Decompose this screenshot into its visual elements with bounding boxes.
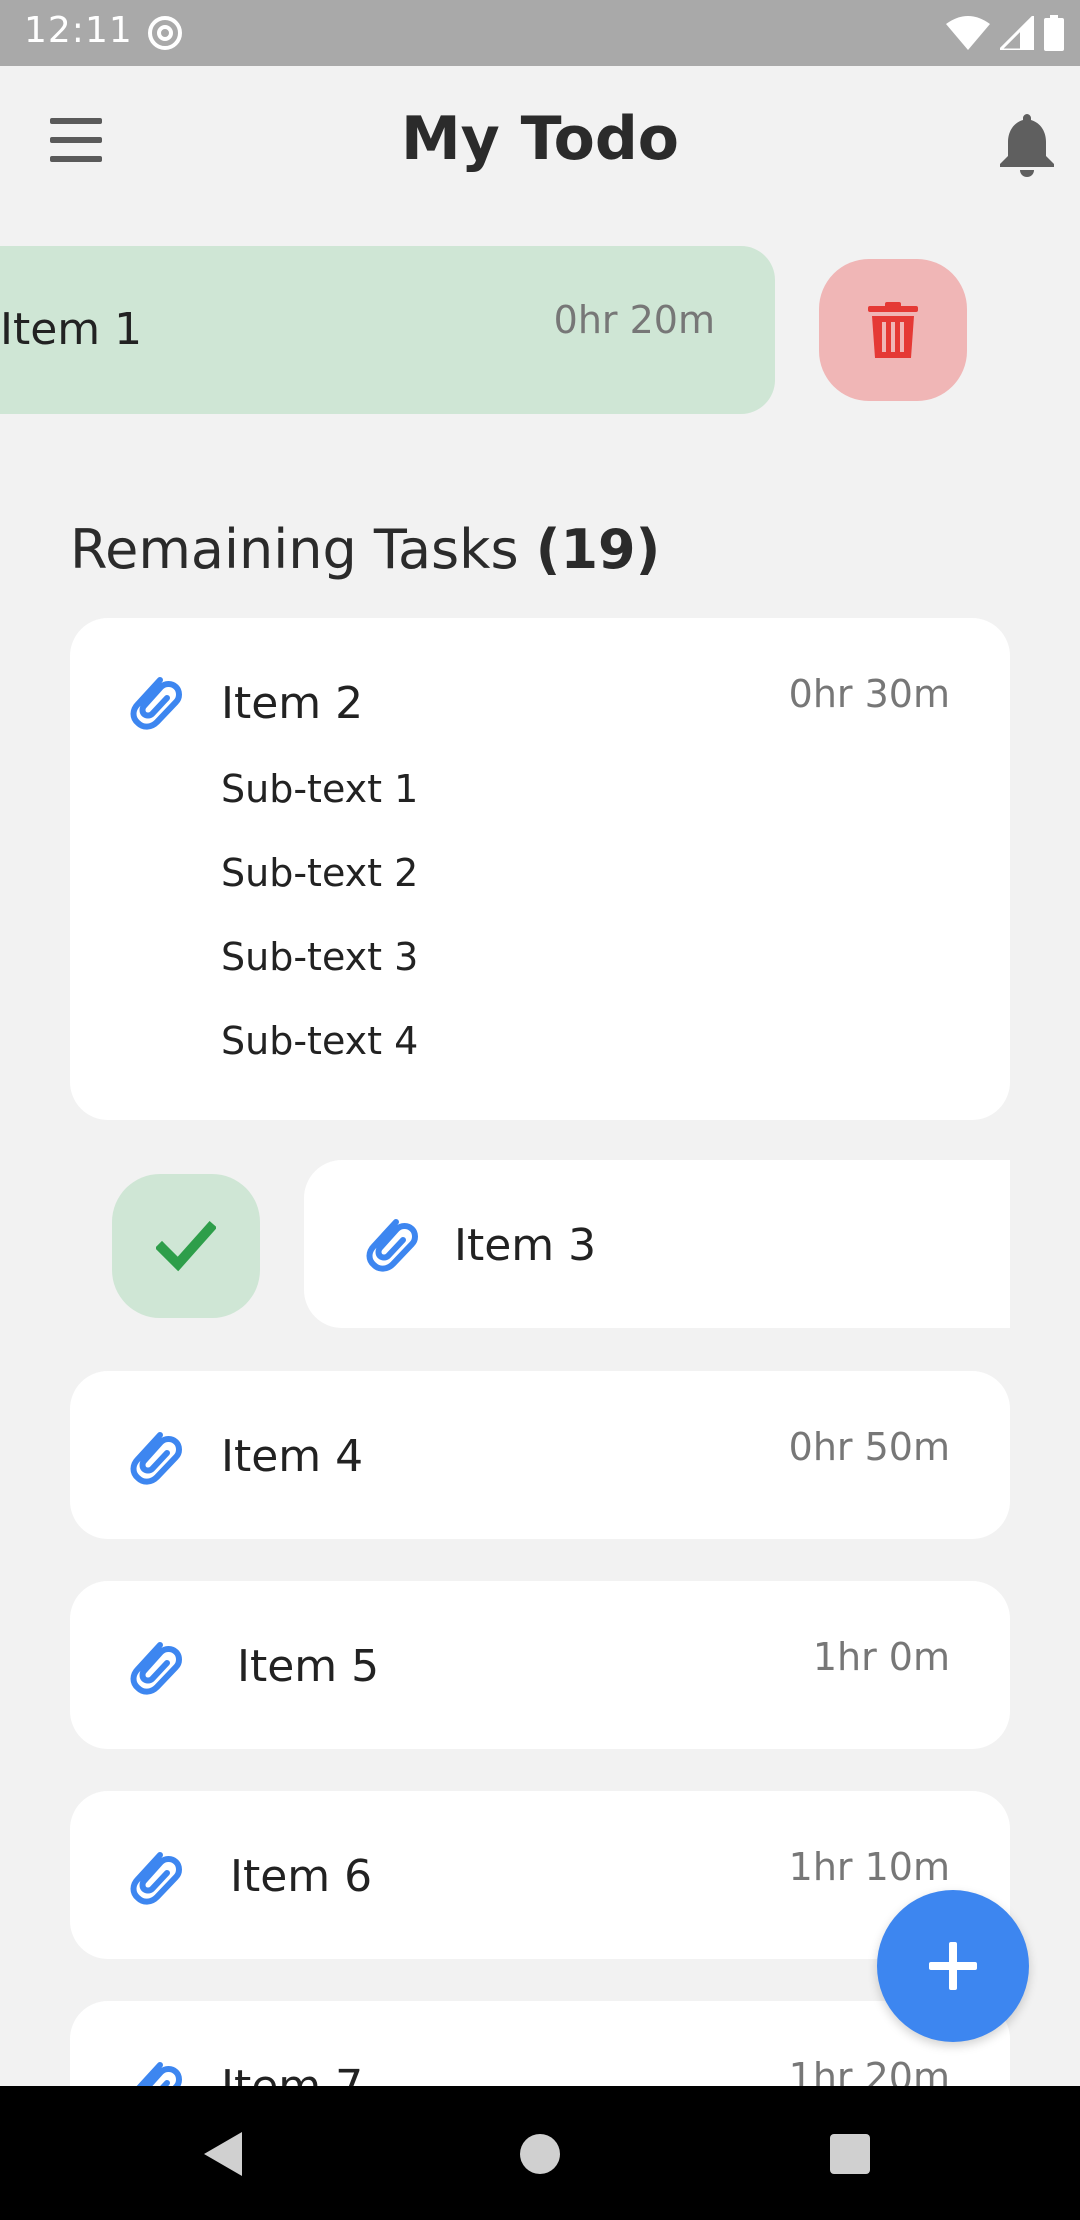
subtext-item: Sub-text 4 [221,1019,419,1063]
sync-icon [148,16,182,50]
status-icons [946,14,1064,52]
task-time: 0hr 30m [788,672,950,716]
back-icon[interactable] [204,2132,244,2176]
status-time: 12:11 [24,10,133,51]
task-time: 0hr 20m [553,298,715,342]
task-card-item-5[interactable]: Item 5 1hr 0m [70,1581,1010,1749]
plus-icon [929,1942,977,1990]
app-bar: My Todo [0,66,1080,224]
subtext-item: Sub-text 2 [221,851,419,895]
task-card-item-6[interactable]: Item 6 1hr 10m [70,1791,1010,1959]
paperclip-icon [130,1642,182,1695]
check-icon [156,1220,216,1272]
add-task-button[interactable] [877,1890,1029,2042]
status-bar: 12:11 [0,0,1080,66]
subtext-item: Sub-text 1 [221,767,419,811]
task-label: Item 2 [221,678,364,729]
remaining-tasks-heading: Remaining Tasks (19) [70,518,660,581]
task-card-item-1[interactable]: Item 1 0hr 20m [0,246,775,414]
task-count: (19) [535,518,661,581]
task-time: 1hr 10m [788,1845,950,1889]
task-card-item-4[interactable]: Item 4 0hr 50m [70,1371,1010,1539]
page-title: My Todo [400,104,680,174]
task-time: 1hr 0m [812,1635,950,1679]
paperclip-icon [130,1432,182,1485]
task-label: Item 1 [0,304,143,355]
recents-icon[interactable] [830,2134,870,2174]
task-label: Item 6 [230,1851,373,1902]
paperclip-icon [130,1852,182,1905]
task-card-item-2[interactable]: Item 2 0hr 30m Sub-text 1 Sub-text 2 Sub… [70,618,1010,1120]
system-nav-bar [0,2086,1080,2220]
trash-icon [868,302,918,358]
paperclip-icon [366,1219,418,1272]
home-icon[interactable] [520,2134,560,2174]
delete-button[interactable] [819,259,967,401]
swiped-task-row: Item 1 0hr 20m [0,246,1080,416]
task-time: 0hr 50m [788,1425,950,1469]
subtext-item: Sub-text 3 [221,935,419,979]
subtext-list: Sub-text 1 Sub-text 2 Sub-text 3 Sub-tex… [221,764,418,1100]
battery-icon [1044,15,1064,51]
section-title: Remaining Tasks [70,518,519,581]
signal-icon [1000,16,1034,50]
task-card-item-3[interactable]: Item 3 [304,1160,1010,1328]
task-label: Item 5 [237,1641,380,1692]
complete-button[interactable] [112,1174,260,1318]
task-label: Item 4 [221,1431,364,1482]
paperclip-icon [130,677,182,730]
wifi-icon [946,16,990,50]
task-label: Item 3 [454,1220,597,1271]
bell-icon[interactable] [996,110,1058,178]
